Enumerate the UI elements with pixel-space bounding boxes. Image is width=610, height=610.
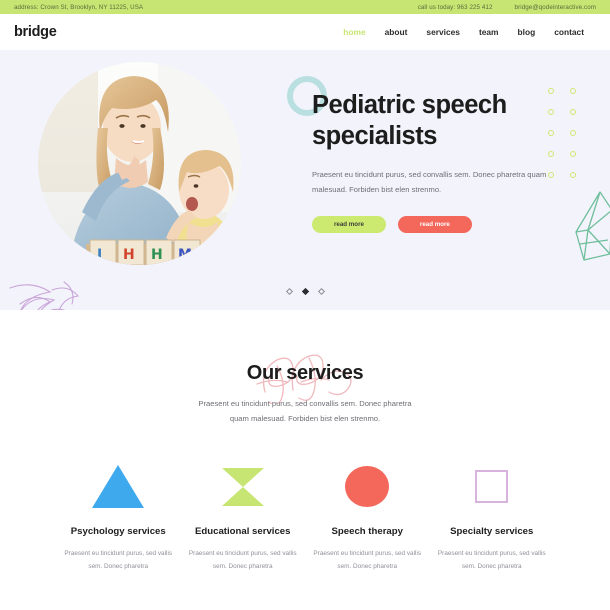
pencil-outline-icon — [575, 191, 610, 261]
services-title: Our services — [246, 362, 364, 384]
main-navigation: home about services team blog contact — [343, 27, 596, 37]
service-card-title: Speech therapy — [331, 525, 403, 537]
green-dot-grid-decoration — [548, 88, 592, 193]
nav-item-team[interactable]: team — [479, 27, 499, 37]
site-header: bridge home about services team blog con… — [0, 14, 610, 50]
address-text: address: Crown St, Brooklyn, NY 11225, U… — [14, 3, 144, 11]
service-card-speech-therapy[interactable]: Speech therapy Praesent eu tincidunt pur… — [307, 463, 428, 573]
service-card-educational[interactable]: Educational services Praesent eu tincidu… — [183, 463, 304, 573]
svg-text:H: H — [151, 247, 163, 263]
service-card-text: Praesent eu tincidunt purus, sed vallis … — [188, 550, 297, 570]
hero-copy-block: Pediatric speech specialists Praesent eu… — [287, 76, 552, 233]
nav-item-about[interactable]: about — [385, 27, 408, 37]
nav-item-services[interactable]: services — [426, 27, 460, 37]
service-card-text: Praesent eu tincidunt purus, sed vallis … — [64, 550, 173, 570]
service-card-text: Praesent eu tincidunt purus, sed vallis … — [437, 550, 546, 570]
hero-paragraph: Praesent eu tincidunt purus, sed convall… — [312, 170, 547, 195]
nav-item-contact[interactable]: contact — [554, 27, 584, 37]
grid-dot — [570, 151, 576, 157]
triangle-icon — [58, 463, 179, 511]
service-card-psychology[interactable]: Psychology services Praesent eu tincidun… — [58, 463, 179, 573]
bowtie-icon — [183, 463, 304, 511]
phone-text[interactable]: call us today: 963 225 412 — [418, 4, 493, 11]
topbar-contact-group: call us today: 963 225 412 bridge@qodein… — [418, 4, 596, 11]
svg-text:I: I — [97, 247, 102, 263]
top-info-bar: address: Crown St, Brooklyn, NY 11225, U… — [0, 0, 610, 14]
services-card-grid: Psychology services Praesent eu tincidun… — [0, 463, 610, 573]
service-card-title: Psychology services — [70, 525, 166, 537]
grid-dot — [570, 172, 576, 178]
service-card-title: Educational services — [195, 525, 291, 537]
grid-dot — [570, 88, 576, 94]
nav-item-home[interactable]: home — [343, 27, 365, 37]
services-section: Our services Praesent eu tincidunt purus… — [0, 310, 610, 573]
slider-dot-2[interactable] — [301, 287, 309, 296]
service-card-text: Praesent eu tincidunt purus, sed vallis … — [313, 550, 422, 570]
grid-dot — [548, 172, 554, 178]
services-subtitle: Praesent eu tincidunt purus, sed convall… — [198, 399, 412, 423]
hero-button-group: read more read more — [312, 215, 552, 233]
slider-pagination — [0, 287, 610, 296]
svg-text:H: H — [123, 247, 135, 263]
purple-scribble-decoration — [9, 281, 80, 310]
square-outline-icon — [432, 463, 553, 511]
service-card-specialty[interactable]: Specialty services Praesent eu tincidunt… — [432, 463, 553, 573]
logo[interactable]: bridge — [14, 24, 57, 40]
grid-dot — [570, 130, 576, 136]
hero-title: Pediatric speech specialists — [312, 91, 507, 151]
grid-dot — [570, 109, 576, 115]
nav-item-blog[interactable]: blog — [518, 27, 536, 37]
slider-dot-1[interactable] — [285, 287, 293, 296]
hero-photo-speech-therapy: I H H M — [38, 62, 241, 265]
svg-text:M: M — [178, 247, 192, 263]
hero-slider-section: I H H M Pediatric speech specialists Pra… — [0, 50, 610, 310]
service-card-title: Specialty services — [450, 525, 534, 537]
read-more-button-primary[interactable]: read more — [312, 215, 386, 233]
services-header: Our services Praesent eu tincidunt purus… — [0, 354, 610, 427]
read-more-button-secondary[interactable]: read more — [397, 215, 472, 233]
circle-icon — [307, 463, 428, 511]
slider-dot-3[interactable] — [317, 287, 325, 296]
email-text[interactable]: bridge@qodeinteractive.com — [515, 4, 596, 11]
